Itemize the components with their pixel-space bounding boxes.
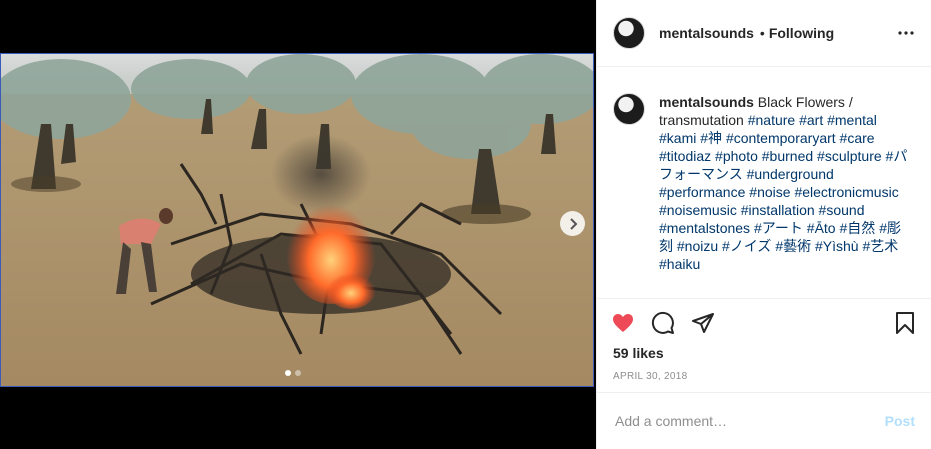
hashtag[interactable]: #sculpture [817, 148, 882, 164]
caption-area: mentalsounds Black Flowers / transmutati… [613, 93, 913, 273]
instagram-post-view: mentalsounds • Following mentalsounds Bl… [0, 0, 931, 449]
hashtag[interactable]: #noise [749, 184, 790, 200]
hashtag[interactable]: #アート [754, 220, 803, 236]
carousel-dot-active [285, 370, 291, 376]
hashtag[interactable]: #art [799, 112, 823, 128]
hashtag[interactable]: #underground [747, 166, 834, 182]
carousel-dot [295, 370, 301, 376]
post-comment-button[interactable]: Post [885, 413, 915, 429]
hashtag[interactable]: #Āto [807, 220, 836, 236]
hashtag[interactable]: #installation [741, 202, 815, 218]
hashtag[interactable]: #electronicmusic [794, 184, 898, 200]
header-separator: • [759, 25, 765, 41]
hashtag[interactable]: #sound [819, 202, 865, 218]
comment-icon[interactable] [651, 311, 675, 335]
comment-form: Post [597, 392, 931, 449]
likes-count[interactable]: 59 likes [613, 345, 664, 361]
hashtag[interactable]: #contemporaryart [726, 130, 836, 146]
photo-burning-tree [1, 54, 593, 386]
share-icon[interactable] [691, 311, 715, 335]
hashtag[interactable]: #kami [659, 130, 696, 146]
bookmark-icon[interactable] [893, 311, 917, 335]
action-icons [611, 311, 715, 335]
post-photo[interactable] [0, 53, 594, 387]
hashtag[interactable]: #nature [748, 112, 795, 128]
hashtag[interactable]: #care [840, 130, 875, 146]
hashtag[interactable]: #ノイズ [722, 238, 771, 254]
hashtag[interactable]: #mental [827, 112, 877, 128]
more-horizontal-icon [898, 31, 914, 35]
hashtag[interactable]: #自然 [840, 220, 876, 236]
comment-input[interactable] [613, 412, 867, 430]
hashtag[interactable]: #photo [715, 148, 758, 164]
hashtag[interactable]: #神 [700, 130, 722, 146]
hashtag[interactable]: #藝術 [775, 238, 811, 254]
media-area [0, 0, 596, 449]
actions-section: 59 likes APRIL 30, 2018 [597, 298, 931, 392]
header-username[interactable]: mentalsounds [659, 25, 754, 41]
hashtag[interactable]: #burned [762, 148, 813, 164]
chevron-right-icon [569, 217, 577, 230]
caption-avatar[interactable] [613, 93, 645, 125]
hashtag[interactable]: #mentalstones [659, 220, 750, 236]
hashtag-list: #nature #art #mental #kami #神 #contempor… [659, 112, 907, 272]
hashtag[interactable]: #艺术 [862, 238, 898, 254]
post-side-panel: mentalsounds • Following mentalsounds Bl… [596, 0, 931, 449]
more-options-button[interactable] [897, 24, 915, 42]
hashtag[interactable]: #noizu [677, 238, 718, 254]
caption-username[interactable]: mentalsounds [659, 94, 754, 110]
heart-filled-icon[interactable] [611, 311, 635, 335]
hashtag[interactable]: #titodiaz [659, 148, 711, 164]
hashtag[interactable]: #Yìshù [815, 238, 859, 254]
hashtag[interactable]: #noisemusic [659, 202, 737, 218]
carousel-next-button[interactable] [560, 211, 585, 236]
post-date[interactable]: APRIL 30, 2018 [613, 371, 687, 382]
following-button[interactable]: Following [769, 25, 834, 41]
avatar[interactable] [613, 17, 645, 49]
post-header: mentalsounds • Following [597, 0, 931, 67]
caption: mentalsounds Black Flowers / transmutati… [659, 93, 909, 273]
hashtag[interactable]: #performance [659, 184, 745, 200]
hashtag[interactable]: #haiku [659, 256, 700, 272]
carousel-indicator [285, 370, 301, 376]
